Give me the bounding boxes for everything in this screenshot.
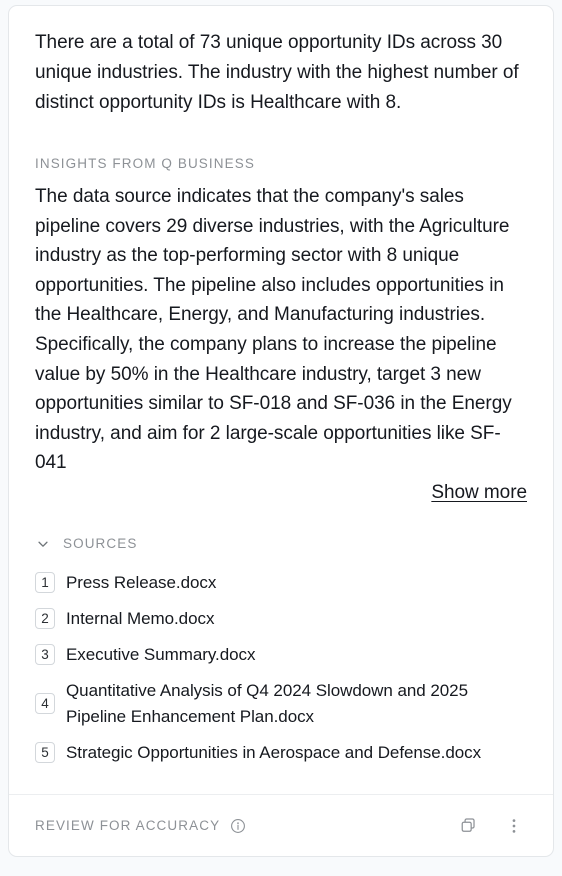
sources-list: 1 Press Release.docx 2 Internal Memo.doc… (35, 565, 527, 771)
insights-section: Insights from Q Business The data source… (35, 155, 527, 507)
page-root: There are a total of 73 unique opportuni… (0, 0, 562, 876)
source-list-item[interactable]: 4 Quantitative Analysis of Q4 2024 Slowd… (35, 673, 527, 735)
source-number-badge: 3 (35, 644, 55, 666)
source-number-badge: 5 (35, 742, 55, 764)
source-list-item[interactable]: 3 Executive Summary.docx (35, 637, 527, 673)
show-more-row: Show more (35, 479, 527, 507)
source-list-item[interactable]: 1 Press Release.docx (35, 565, 527, 601)
answer-card: There are a total of 73 unique opportuni… (8, 5, 554, 857)
answer-summary-text: There are a total of 73 unique opportuni… (35, 32, 519, 113)
source-title: Press Release.docx (66, 572, 217, 592)
review-for-accuracy-group: Review for accuracy (35, 817, 246, 834)
footer-actions (455, 813, 527, 839)
source-list-item[interactable]: 5 Strategic Opportunities in Aerospace a… (35, 735, 527, 771)
source-title: Strategic Opportunities in Aerospace and… (66, 742, 482, 762)
copy-button[interactable] (455, 813, 481, 839)
sources-section: Sources 1 Press Release.docx 2 Internal … (35, 533, 527, 771)
source-number-badge: 2 (35, 608, 55, 630)
review-for-accuracy-label: Review for accuracy (35, 818, 221, 833)
show-more-button[interactable]: Show more (431, 479, 527, 507)
sources-label: Sources (63, 535, 138, 551)
sources-toggle[interactable]: Sources (35, 533, 527, 555)
copy-icon (459, 816, 478, 835)
source-number-badge: 4 (35, 693, 55, 715)
card-body: There are a total of 73 unique opportuni… (9, 6, 553, 794)
insights-body-text: The data source indicates that the compa… (35, 186, 512, 474)
chevron-down-icon (35, 536, 51, 552)
source-title: Executive Summary.docx (66, 644, 256, 664)
source-title: Internal Memo.docx (66, 608, 215, 628)
insights-section-label: Insights from Q Business (35, 156, 255, 171)
card-footer: Review for accuracy (9, 794, 553, 856)
more-vertical-icon (505, 817, 523, 835)
source-number-badge: 1 (35, 572, 55, 594)
info-circle-icon[interactable] (229, 817, 246, 834)
source-title: Quantitative Analysis of Q4 2024 Slowdow… (66, 680, 468, 726)
source-list-item[interactable]: 2 Internal Memo.docx (35, 601, 527, 637)
more-options-button[interactable] (501, 813, 527, 839)
